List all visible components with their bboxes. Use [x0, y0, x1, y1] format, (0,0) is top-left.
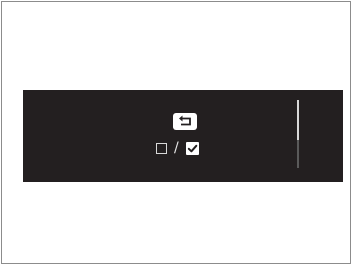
- back-return-glyph: [179, 115, 191, 126]
- settings-panel: /: [23, 90, 343, 182]
- scrollbar-track[interactable]: [297, 100, 299, 168]
- checkbox-empty-icon[interactable]: [156, 142, 167, 154]
- scrollbar-thumb[interactable]: [297, 100, 299, 140]
- checkmark-glyph: [187, 144, 198, 152]
- checkbox-checked-icon[interactable]: [185, 141, 199, 155]
- separator-text: /: [174, 140, 179, 156]
- toggle-row: /: [156, 140, 199, 156]
- back-return-icon[interactable]: [173, 113, 197, 130]
- screen-frame: /: [1, 1, 351, 264]
